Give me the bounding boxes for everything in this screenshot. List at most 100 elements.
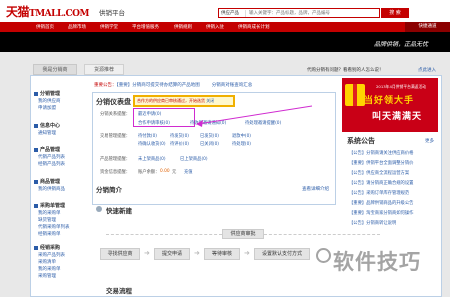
closed-link[interactable]: 已关闭(0) <box>200 141 219 147</box>
sysinfo-item[interactable]: 【公告】采购订单库存管理规范 <box>349 190 437 196</box>
tmall-logo[interactable]: 天猫TMALL.COM <box>6 3 89 20</box>
sysinfo-item[interactable]: 【公告】请分销商正确合规的设置 <box>349 180 437 186</box>
flow-connector <box>106 234 222 235</box>
balance-unit: 元 <box>172 170 177 175</box>
search-button[interactable]: 搜 索 <box>381 8 409 18</box>
sysinfo-item[interactable]: 【重要】淘宝商家分销商如何操作 <box>349 210 437 216</box>
balance-value: 0.00 <box>160 169 170 174</box>
sysinfo-item[interactable]: 【公告】分销商请关注供应商价格 <box>349 150 437 156</box>
arrow-right-icon: ➜ <box>194 249 200 257</box>
flow-connector <box>264 234 380 235</box>
sidebar-group-title: 采购单管理 <box>34 202 84 209</box>
coop-review-link[interactable]: 合作申请审核(0) <box>138 120 170 126</box>
square-icon <box>34 203 38 208</box>
sysinfo-item[interactable]: 【公告】分销商转让说明 <box>349 220 437 226</box>
sidebar-item-consign-orders[interactable]: 代销采购单列表 <box>38 224 70 230</box>
sidebar: 分销管理 我的供应商 申请加盟 信息中心 通知管理 产品管理 代销产品列表 经销… <box>34 80 84 297</box>
nav-item-brand-market[interactable]: 品牌市场 <box>68 24 86 30</box>
listed-goods-link[interactable]: 已上架商品(0) <box>180 156 208 162</box>
square-icon <box>34 245 38 250</box>
sidebar-item-my-purchase-orders[interactable]: 我的采购单 <box>38 210 61 216</box>
nav-item-growth[interactable]: 供销商成长计划 <box>238 24 270 30</box>
top-tip: 代购分销有问题？看看别的人怎么说！ <box>307 68 384 73</box>
trade-process-title: 交易流程 <box>106 287 132 295</box>
promo-banner[interactable]: 2013年4月供销平台满返活动 当好领大手 叫天满满天 <box>342 78 438 132</box>
sidebar-group-title: 信息中心 <box>34 122 84 129</box>
invitation-pending-link[interactable]: 待处理邀请提醒(0) <box>245 120 281 126</box>
to-review-link[interactable]: 待评价(0) <box>170 141 189 147</box>
recent-application-link[interactable]: 最近申请(0) <box>138 111 161 117</box>
search-input[interactable] <box>249 9 379 17</box>
flow-step-await-review[interactable]: 等待审核 <box>204 248 240 260</box>
nav-item-school[interactable]: 供销学堂 <box>100 24 118 30</box>
view-detail-link[interactable]: 查看详细介绍 <box>302 186 329 192</box>
bullet-icon <box>96 206 102 212</box>
shipped-link[interactable]: 已发货(0) <box>200 133 219 139</box>
approval-tooltip: 合作方的供应商已审核通过，开始选货 关闭 <box>133 95 235 107</box>
notice-label: 重要公告： <box>94 83 117 88</box>
sidebar-item-purchase-manage[interactable]: 采购管理 <box>38 273 56 279</box>
to-ship-link[interactable]: 待发货(0) <box>170 133 189 139</box>
tab-distributor[interactable]: 我是分销商 <box>33 64 77 75</box>
nav-item-rules[interactable]: 供销规则 <box>174 24 192 30</box>
recharge-link[interactable]: 充值 <box>184 169 193 175</box>
pending-link[interactable]: 待处理(0) <box>232 141 251 147</box>
sidebar-item-purchase-list[interactable]: 采购清单 <box>38 259 56 265</box>
to-confirm-link[interactable]: 待确认收货(0) <box>138 141 166 147</box>
watermark-logo-icon <box>316 248 331 263</box>
unlisted-goods-link[interactable]: 未上架商品(0) <box>138 156 166 162</box>
sidebar-item-purchase-products[interactable]: 采购产品列表 <box>38 252 65 258</box>
row-label: 交易管理提醒： <box>100 134 131 139</box>
sysinfo-item[interactable]: 【重要】品牌供销商品的升级公告 <box>349 200 437 206</box>
sysinfo-item[interactable]: 【公告】供应商全流程运营方案 <box>349 170 437 176</box>
flow-step-submit[interactable]: 提交申请 <box>154 248 190 260</box>
sysinfo-more-link[interactable]: 更多 <box>425 138 434 144</box>
notice-link[interactable]: 分销商对账查询汇总 <box>212 83 253 88</box>
row-label: 分销关系提醒： <box>100 112 131 117</box>
tab-source-recommend[interactable]: 货源推荐 <box>84 64 124 75</box>
sidebar-item-apply-join[interactable]: 申请加盟 <box>38 105 56 111</box>
quick-channel-button[interactable]: 快捷通道 <box>405 22 450 32</box>
top-tip-link[interactable]: 点此进入 <box>418 67 436 73</box>
banner-subtitle: 2013年4月供销平台满返活动 <box>376 84 427 89</box>
top-bar: 天猫TMALL.COM 供销平台 供应产品 搜 索 <box>0 0 450 22</box>
sidebar-group-title: 商品管理 <box>34 178 84 185</box>
slogan-band: 品牌供销，正品无忧 <box>0 32 450 52</box>
sysinfo-item[interactable]: 【重要】供销平台全面调整分销价 <box>349 160 437 166</box>
square-icon <box>34 91 38 96</box>
arrow-right-icon: ➜ <box>244 249 250 257</box>
sidebar-item-my-purchases[interactable]: 我的采购单 <box>38 266 61 272</box>
search-type-select[interactable]: 供应产品 <box>220 10 246 17</box>
platform-title: 供销平台 <box>99 9 125 17</box>
slogan: 品牌供销，正品无忧 <box>373 41 428 48</box>
sidebar-item-stockout[interactable]: 缺货管理 <box>38 217 56 223</box>
banner-headline: 当好领大手 <box>364 96 415 106</box>
sidebar-group-title: 产品管理 <box>34 146 84 153</box>
intro-title: 分销简介 <box>96 186 122 194</box>
watermark: 软件技巧 <box>333 250 421 274</box>
unpaid-link[interactable]: 待付款(0) <box>138 133 157 139</box>
sidebar-item-my-suppliers[interactable]: 我的供应商 <box>38 98 61 104</box>
sidebar-item-dealer-orders[interactable]: 经销采购单 <box>38 231 61 237</box>
notice-link[interactable]: 【重要】分销商可提交待办结算的产品地图 <box>117 83 200 88</box>
balance-label: 账户余额： <box>138 170 160 175</box>
gift-ribbon-icon <box>353 84 357 106</box>
flow-step-set-payment[interactable]: 设置默认支付方式 <box>254 248 310 260</box>
banner-headline-2: 叫天满满天 <box>372 112 423 122</box>
dashboard-panel <box>92 92 336 205</box>
sidebar-item-notice[interactable]: 通知管理 <box>38 130 56 136</box>
sidebar-item-my-goods[interactable]: 我的供销商品 <box>38 186 65 192</box>
quick-start-title: 快速新建 <box>106 207 132 215</box>
nav-item-home[interactable]: 供销首页 <box>36 24 54 30</box>
sidebar-group-title: 经销采购 <box>34 244 84 251</box>
tooltip-close-link[interactable]: 关闭 <box>206 98 214 103</box>
sidebar-item-consign-products[interactable]: 代销产品列表 <box>38 154 65 160</box>
sidebar-item-dealer-products[interactable]: 经销产品列表 <box>38 161 65 167</box>
main-nav: 供销首页 品牌市场 供销学堂 平台增值服务 供销规则 供销入驻 供销商成长计划 … <box>0 22 450 32</box>
square-icon <box>34 179 38 184</box>
refunding-link[interactable]: 退款中(0) <box>232 133 251 139</box>
nav-item-join[interactable]: 供销入驻 <box>206 24 224 30</box>
nav-item-value-added[interactable]: 平台增值服务 <box>132 24 159 30</box>
flow-step-find-supplier[interactable]: 寻找供应商 <box>100 248 140 260</box>
invitation-notice-link[interactable]: 待收到邀请通知(0) <box>190 120 226 126</box>
